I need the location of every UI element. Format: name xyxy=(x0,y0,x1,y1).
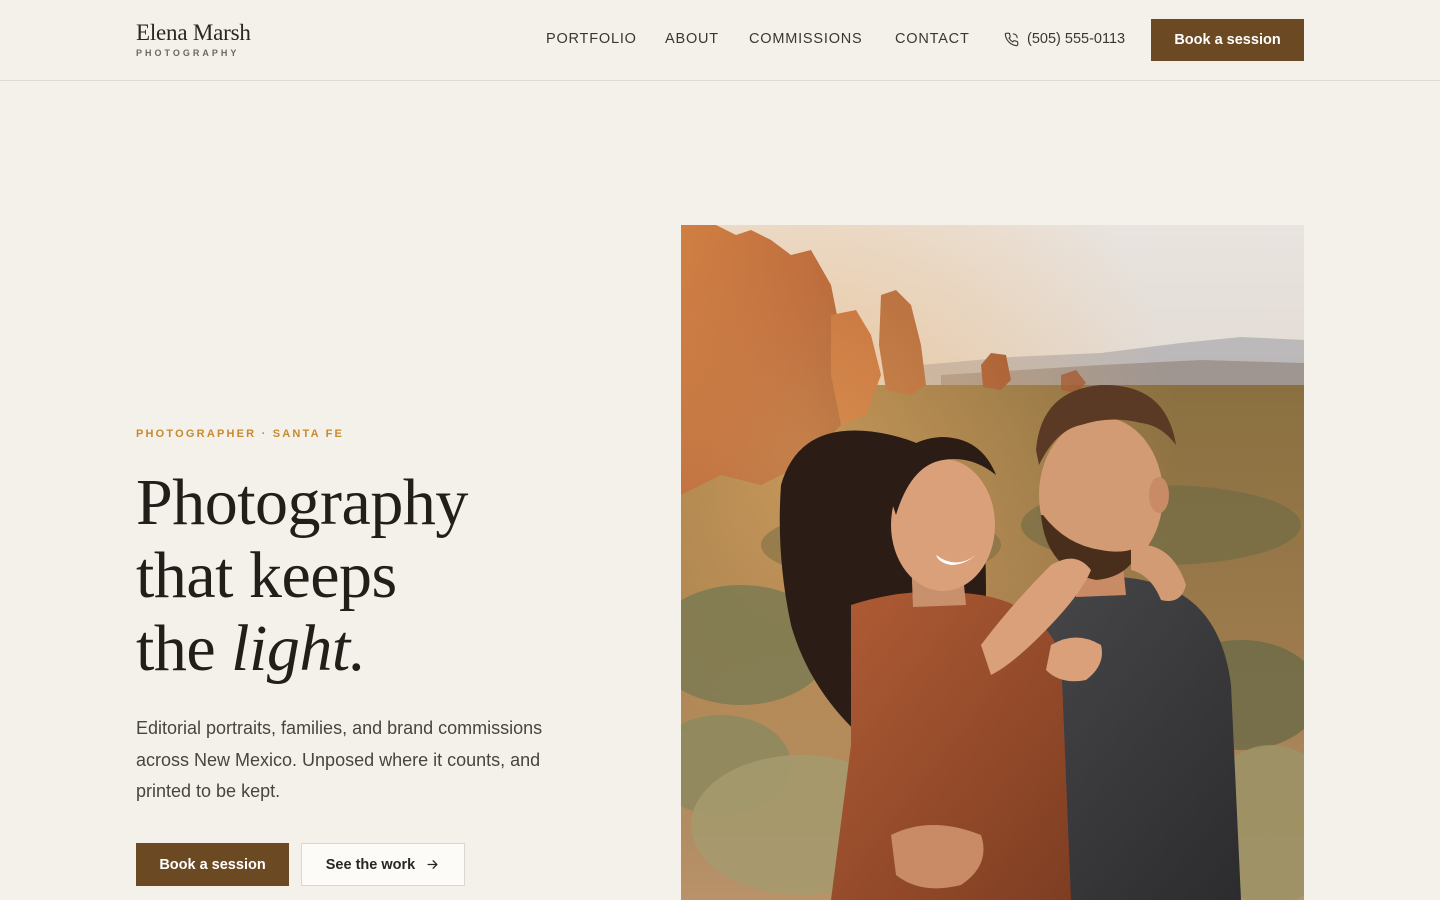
hero-photo xyxy=(681,225,1304,900)
hero-description: Editorial portraits, families, and brand… xyxy=(136,718,543,801)
nav-contact[interactable]: CONTACT xyxy=(895,29,970,49)
hero-eyebrow: PHOTOGRAPHER · SANTA FE xyxy=(136,428,345,440)
headline-line-3-prefix: the xyxy=(136,612,232,685)
phone-icon xyxy=(1004,32,1019,47)
headline-line-3-italic: light. xyxy=(231,612,366,685)
hero-headline: Photography that keeps the light. xyxy=(136,466,616,685)
phone-link[interactable]: (505) 555-0113 xyxy=(1004,29,1125,49)
headline-line-1: Photography xyxy=(136,466,468,539)
brand-tagline: PHOTOGRAPHY xyxy=(136,48,240,58)
brand-name: Elena Marsh xyxy=(136,20,251,45)
header-book-session-button[interactable]: Book a session xyxy=(1151,19,1304,61)
site-header: Elena Marsh PHOTOGRAPHY PORTFOLIO ABOUT … xyxy=(0,0,1440,81)
brand-logo[interactable]: Elena Marsh PHOTOGRAPHY xyxy=(136,20,251,58)
headline-line-2: that keeps xyxy=(136,539,397,612)
nav-about[interactable]: ABOUT xyxy=(665,29,719,49)
nav-portfolio[interactable]: PORTFOLIO xyxy=(546,29,637,49)
see-the-work-label: See the work xyxy=(325,856,416,873)
hero-book-session-button[interactable]: Book a session xyxy=(136,843,289,886)
arrow-right-icon xyxy=(425,857,440,872)
phone-number: (505) 555-0113 xyxy=(1027,31,1126,47)
nav-commissions[interactable]: COMMISSIONS xyxy=(749,29,863,49)
see-the-work-button[interactable]: See the work xyxy=(301,843,465,886)
